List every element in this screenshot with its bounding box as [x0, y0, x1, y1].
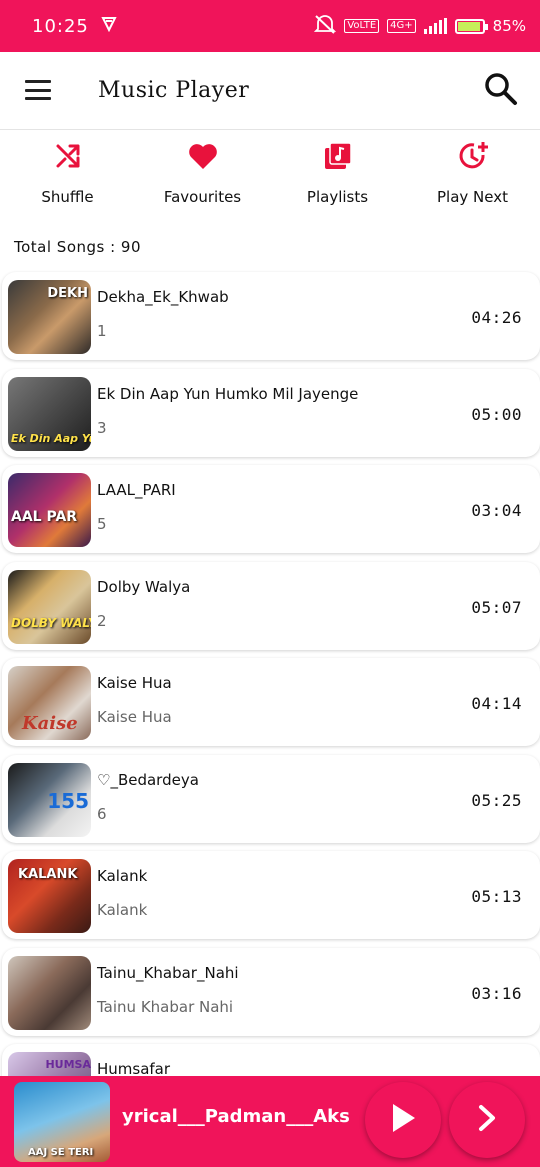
- play-button[interactable]: [365, 1082, 441, 1158]
- song-item[interactable]: Ek Din Aap Yun Ek Din Aap Yun Humko Mil …: [2, 369, 540, 457]
- song-thumbnail: Kaise: [8, 666, 91, 740]
- song-subtitle: 2: [97, 612, 107, 630]
- shuffle-icon: [52, 140, 84, 172]
- song-item[interactable]: DEKH Dekha_Ek_Khwab 1 04:26: [2, 272, 540, 360]
- mute-icon: [314, 14, 337, 38]
- song-title: Kaise Hua: [97, 674, 172, 692]
- song-duration: 05:00: [471, 405, 522, 424]
- mini-player[interactable]: AAJ SE TERI yrical___Padman___Aks: [0, 1076, 540, 1167]
- song-duration: 03:16: [471, 984, 522, 1003]
- song-subtitle: 5: [97, 515, 107, 533]
- song-duration: 04:14: [471, 694, 522, 713]
- now-playing-thumbnail: AAJ SE TERI: [14, 1082, 110, 1162]
- favourites-label: Favourites: [163, 188, 242, 206]
- status-time: 10:25: [32, 15, 89, 37]
- shuffle-button[interactable]: Shuffle: [0, 140, 135, 216]
- song-duration: 03:04: [471, 501, 522, 520]
- song-thumbnail: AAL PAR: [8, 473, 91, 547]
- play-next-button[interactable]: Play Next: [405, 140, 540, 216]
- song-subtitle: 1: [97, 322, 107, 340]
- song-item[interactable]: AAL PAR LAAL_PARI 5 03:04: [2, 465, 540, 553]
- song-subtitle: Kaise Hua: [97, 708, 172, 726]
- app-bar: Music Player: [0, 52, 540, 130]
- shuffle-label: Shuffle: [41, 188, 94, 206]
- song-item[interactable]: Tainu_Khabar_Nahi Tainu Khabar Nahi 03:1…: [2, 948, 540, 1036]
- play-next-label: Play Next: [437, 188, 508, 206]
- battery-percent: 85%: [492, 17, 526, 35]
- song-duration: 05:07: [471, 598, 522, 617]
- song-title: ♡_Bedardeya: [97, 771, 199, 789]
- vpn-icon: [101, 16, 117, 36]
- song-subtitle: Kalank: [97, 901, 148, 919]
- favourites-button[interactable]: Favourites: [135, 140, 270, 216]
- song-thumbnail: 155: [8, 763, 91, 837]
- now-playing-title: yrical___Padman___Aks: [122, 1106, 350, 1127]
- next-button[interactable]: [449, 1082, 525, 1158]
- menu-icon[interactable]: [25, 80, 51, 100]
- song-subtitle: Tainu Khabar Nahi: [97, 998, 234, 1016]
- song-thumbnail: Ek Din Aap Yun: [8, 377, 91, 451]
- song-title: LAAL_PARI: [97, 481, 176, 499]
- song-subtitle: 3: [97, 419, 107, 437]
- page-title: Music Player: [98, 78, 250, 103]
- song-item[interactable]: KALANK Kalank Kalank 05:13: [2, 851, 540, 939]
- song-duration: 05:13: [471, 887, 522, 906]
- song-title: Dolby Walya: [97, 578, 191, 596]
- playlist-icon: [322, 140, 354, 172]
- song-title: Dekha_Ek_Khwab: [97, 288, 229, 306]
- song-title: Kalank: [97, 867, 148, 885]
- next-icon: [475, 1103, 499, 1137]
- quick-actions: Shuffle Favourites Playlists Play Next: [0, 140, 540, 216]
- total-songs-count: Total Songs : 90: [14, 238, 142, 256]
- search-icon[interactable]: [484, 72, 518, 106]
- song-title: Tainu_Khabar_Nahi: [97, 964, 239, 982]
- playlists-label: Playlists: [306, 188, 369, 206]
- song-item[interactable]: Kaise Kaise Hua Kaise Hua 04:14: [2, 658, 540, 746]
- song-item[interactable]: 155 ♡_Bedardeya 6 05:25: [2, 755, 540, 843]
- heart-icon: [187, 140, 219, 172]
- song-duration: 04:26: [471, 308, 522, 327]
- play-icon: [388, 1102, 418, 1138]
- signal-icon: [423, 18, 447, 34]
- song-thumbnail: DEKH: [8, 280, 91, 354]
- song-item[interactable]: DOLBY WALYA Dolby Walya 2 05:07: [2, 562, 540, 650]
- battery-icon: [454, 18, 488, 34]
- song-subtitle: 6: [97, 805, 107, 823]
- song-title: Ek Din Aap Yun Humko Mil Jayenge: [97, 385, 359, 403]
- volte-badge: VoLTE: [344, 19, 380, 33]
- song-duration: 05:25: [471, 791, 522, 810]
- playlists-button[interactable]: Playlists: [270, 140, 405, 216]
- song-thumbnail: [8, 956, 91, 1030]
- song-thumbnail: DOLBY WALYA: [8, 570, 91, 644]
- song-thumbnail: KALANK: [8, 859, 91, 933]
- status-bar: 10:25 VoLTE 4G+ 85%: [0, 0, 540, 52]
- play-next-clock-icon: [457, 140, 489, 172]
- network-badge: 4G+: [387, 19, 416, 33]
